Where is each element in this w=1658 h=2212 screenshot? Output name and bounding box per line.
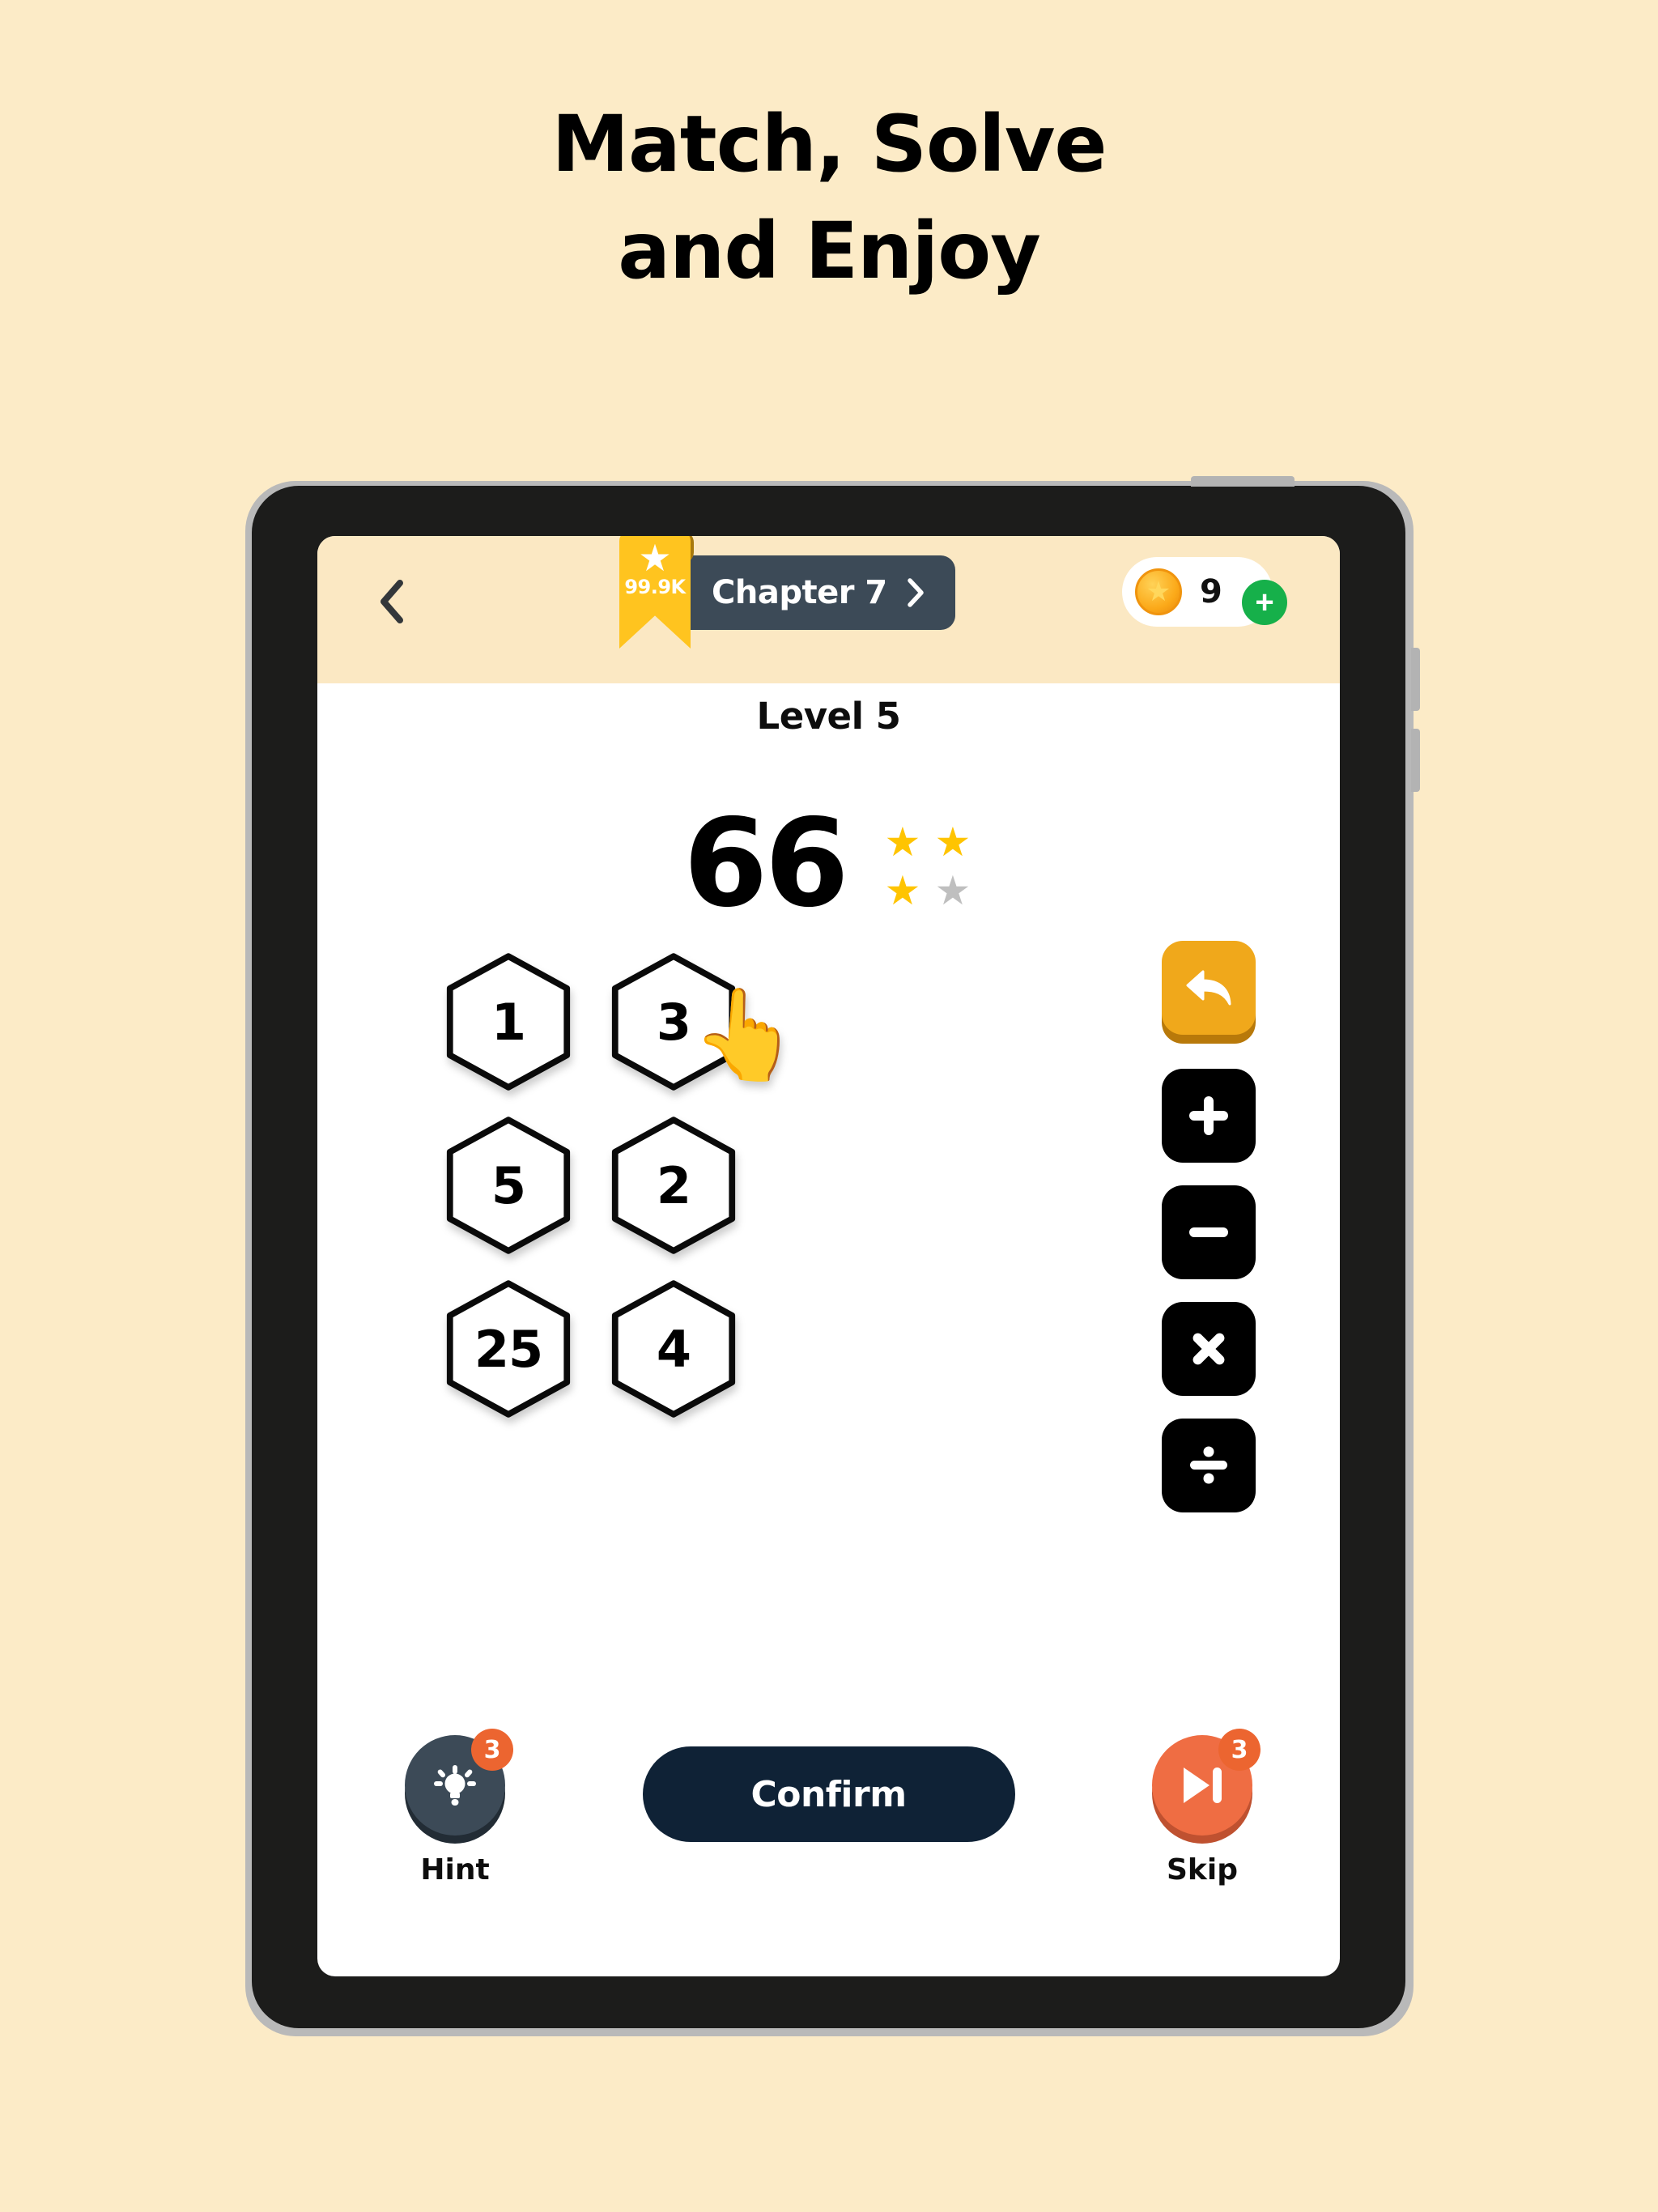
hint-button[interactable]: 3 Hint	[390, 1729, 520, 1887]
hint-button-circle: 3	[405, 1729, 513, 1836]
star-icon: ★	[638, 537, 672, 579]
hex-tile[interactable]: 4	[604, 1279, 743, 1419]
minus-icon	[1189, 1227, 1228, 1237]
headline-line-2: and Enjoy	[618, 206, 1041, 296]
coin-icon: ★	[1135, 568, 1182, 615]
multiply-button[interactable]	[1162, 1302, 1256, 1396]
confirm-button[interactable]: Confirm	[642, 1746, 1015, 1842]
skip-next-icon	[1184, 1767, 1222, 1803]
skip-button-circle: 3	[1152, 1729, 1261, 1836]
chapter-selector[interactable]: Chapter 7	[666, 555, 955, 630]
ribbon-star-count: 99.9K	[624, 576, 686, 599]
hint-label: Hint	[420, 1853, 490, 1887]
hex-tile-value: 2	[656, 1155, 691, 1215]
operator-column	[1162, 941, 1256, 1512]
back-button[interactable]	[376, 578, 408, 625]
hex-tile[interactable]: 25	[439, 1279, 578, 1419]
skip-count-badge: 3	[1218, 1729, 1261, 1771]
play-area: 1 3 👆 5 2 25 4	[317, 941, 1340, 1670]
hex-tile-value: 4	[656, 1319, 691, 1379]
star-ribbon-badge[interactable]: ★ 99.9K	[619, 536, 694, 649]
skip-button[interactable]: 3 Skip	[1137, 1729, 1267, 1887]
multiply-icon	[1192, 1333, 1225, 1365]
tablet-device-mockup: ★ 99.9K Chapter 7 ★ 9 + Level 5 66 ★ ★ ★…	[245, 476, 1420, 2036]
device-screen: ★ 99.9K Chapter 7 ★ 9 + Level 5 66 ★ ★ ★…	[317, 536, 1340, 1976]
hex-tile-value: 25	[474, 1319, 543, 1379]
page-title: Match, Solve and Enjoy	[0, 105, 1658, 290]
hexagon-grid: 1 3 👆 5 2 25 4	[439, 952, 804, 1419]
chevron-right-icon	[905, 577, 926, 608]
chapter-label: Chapter 7	[712, 574, 887, 611]
game-header: ★ 99.9K Chapter 7 ★ 9 +	[317, 536, 1340, 683]
star-icon-4: ★	[934, 868, 971, 913]
plus-button[interactable]	[1162, 1069, 1256, 1163]
minus-button[interactable]	[1162, 1185, 1256, 1279]
star-icon-1: ★	[884, 819, 921, 865]
coin-counter[interactable]: ★ 9 +	[1122, 557, 1287, 627]
hex-tile[interactable]: 3 👆	[604, 952, 804, 1091]
star-icon-2: ★	[934, 819, 971, 865]
target-row: 66 ★ ★ ★ ★	[317, 803, 1340, 925]
chevron-left-icon	[380, 580, 403, 623]
headline-line-1: Match, Solve	[551, 99, 1107, 189]
plus-icon	[1189, 1096, 1228, 1135]
power-button[interactable]	[1191, 476, 1295, 487]
divide-icon	[1190, 1446, 1227, 1484]
hex-tile[interactable]: 1	[439, 952, 578, 1091]
undo-arrow-icon	[1186, 970, 1231, 1006]
lightbulb-icon	[434, 1765, 476, 1806]
hex-tile[interactable]: 2	[604, 1116, 743, 1255]
skip-label: Skip	[1167, 1853, 1238, 1887]
coin-amount: 9	[1200, 573, 1222, 610]
star-icon-3: ★	[884, 868, 921, 913]
hex-tile[interactable]: 5	[439, 1116, 578, 1255]
ribbon-body: ★ 99.9K	[619, 536, 691, 649]
hex-tile-value: 1	[491, 992, 526, 1052]
bottom-action-bar: 3 Hint Confirm 3 Skip	[317, 1729, 1340, 1921]
divide-button[interactable]	[1162, 1419, 1256, 1512]
hint-count-badge: 3	[471, 1729, 513, 1771]
hex-tile-value: 5	[491, 1155, 526, 1215]
undo-button[interactable]	[1162, 941, 1256, 1035]
level-title: Level 5	[756, 695, 901, 738]
add-coins-button[interactable]: +	[1242, 580, 1287, 625]
volume-up-button[interactable]	[1411, 648, 1420, 711]
target-number: 66	[683, 793, 849, 934]
volume-down-button[interactable]	[1411, 729, 1420, 792]
star-rating: ★ ★ ★ ★	[882, 822, 974, 912]
hex-tile-value: 3	[656, 992, 691, 1052]
